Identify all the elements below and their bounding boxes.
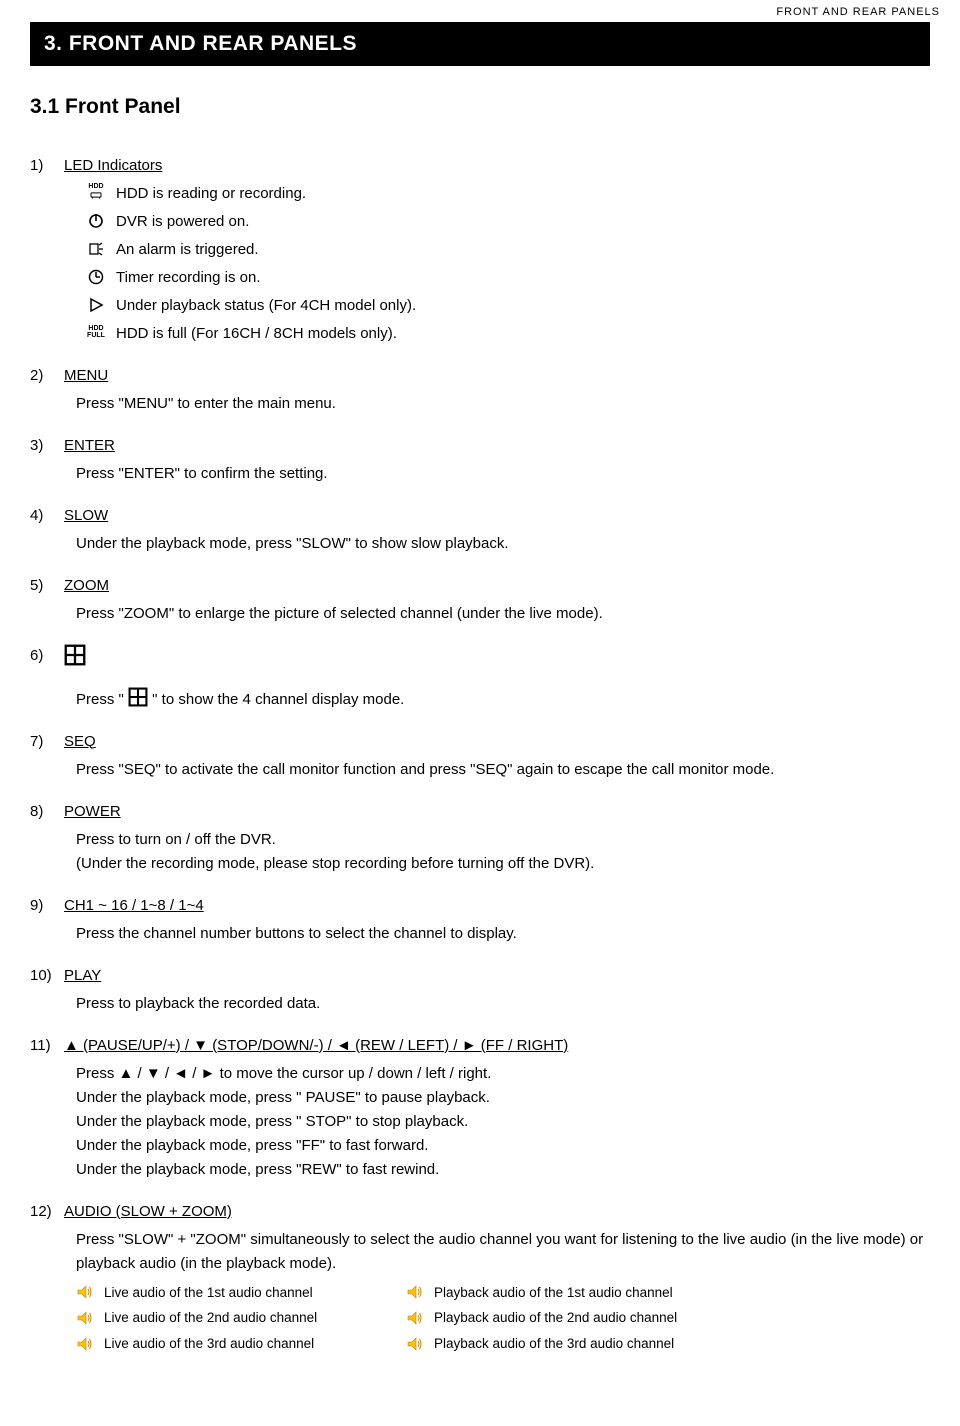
item-body-line: Press "SLOW" + "ZOOM" simultaneously to … [76,1228,930,1276]
item-body-line: Under the playback mode, press " PAUSE" … [76,1086,930,1110]
item-body: Press "SEQ" to activate the call monitor… [76,758,930,782]
item-number: 7) [30,730,64,754]
speaker-icon [406,1335,434,1353]
timer-icon [76,266,116,286]
item-label-zoom: ZOOM [64,574,109,598]
play-icon [76,294,116,314]
item-number: 12) [30,1200,64,1224]
item-body-line: Press ▲ / ▼ / ◄ / ► to move the cursor u… [76,1062,930,1086]
audio-label: Playback audio of the 1st audio channel [434,1282,673,1304]
item-body: Press "ZOOM" to enlarge the picture of s… [76,602,930,626]
led-desc: An alarm is triggered. [116,238,259,262]
audio-label: Playback audio of the 3rd audio channel [434,1333,674,1355]
audio-label: Live audio of the 3rd audio channel [104,1333,314,1355]
item-label-audio: AUDIO (SLOW + ZOOM) [64,1200,232,1224]
led-desc: Timer recording is on. [116,266,261,290]
item-body: Under the playback mode, press "SLOW" to… [76,532,930,556]
item-body: Press "MENU" to enter the main menu. [76,392,930,416]
item-label-quad-icon [64,644,86,673]
item-label-arrows: ▲ (PAUSE/UP/+) / ▼ (STOP/DOWN/-) / ◄ (RE… [64,1034,568,1058]
item-number: 3) [30,434,64,458]
item-body-line: Under the playback mode, press "FF" to f… [76,1134,930,1158]
item-body: Press the channel number buttons to sele… [76,922,930,946]
audio-label: Live audio of the 1st audio channel [104,1282,313,1304]
speaker-icon [76,1335,104,1353]
item-body-line: Under the playback mode, press "REW" to … [76,1158,930,1182]
item-number: 8) [30,800,64,824]
item-label-play: PLAY [64,964,101,988]
hdd-icon: HDD [76,182,116,202]
item-number: 6) [30,644,64,673]
subsection-title: 3.1 Front Panel [30,90,930,124]
item-body: Press " " to show the 4 channel display … [76,687,930,712]
section-title: 3. FRONT AND REAR PANELS [30,22,930,66]
alarm-icon [76,238,116,258]
item-number: 9) [30,894,64,918]
item-body-line: Under the playback mode, press " STOP" t… [76,1110,930,1134]
audio-label: Live audio of the 2nd audio channel [104,1307,317,1329]
led-desc: DVR is powered on. [116,210,249,234]
item-label-menu: MENU [64,364,108,388]
item-body-line: Press to turn on / off the DVR. [76,828,930,852]
power-icon [76,210,116,230]
quad-icon [128,687,148,707]
item-body-line: (Under the recording mode, please stop r… [76,852,930,876]
item-number: 1) [30,154,64,178]
running-header: FRONT AND REAR PANELS [0,0,960,22]
item-body: Press to playback the recorded data. [76,992,930,1016]
item-body: Press "ENTER" to confirm the setting. [76,462,930,486]
item-label-power: POWER [64,800,121,824]
speaker-icon [76,1309,104,1327]
item-label-led-indicators: LED Indicators [64,154,162,178]
item-label-slow: SLOW [64,504,108,528]
speaker-icon [76,1283,104,1301]
hdd-full-icon: HDD FULL [76,322,116,342]
audio-label: Playback audio of the 2nd audio channel [434,1307,677,1329]
led-desc: Under playback status (For 4CH model onl… [116,294,416,318]
item-number: 2) [30,364,64,388]
item-number: 11) [30,1034,64,1058]
item-label-enter: ENTER [64,434,115,458]
item-number: 10) [30,964,64,988]
led-desc: HDD is full (For 16CH / 8CH models only)… [116,322,397,346]
item-number: 4) [30,504,64,528]
led-desc: HDD is reading or recording. [116,182,306,206]
item-label-channels: CH1 ~ 16 / 1~8 / 1~4 [64,894,204,918]
speaker-icon [406,1309,434,1327]
speaker-icon [406,1283,434,1301]
item-label-seq: SEQ [64,730,96,754]
item-number: 5) [30,574,64,598]
